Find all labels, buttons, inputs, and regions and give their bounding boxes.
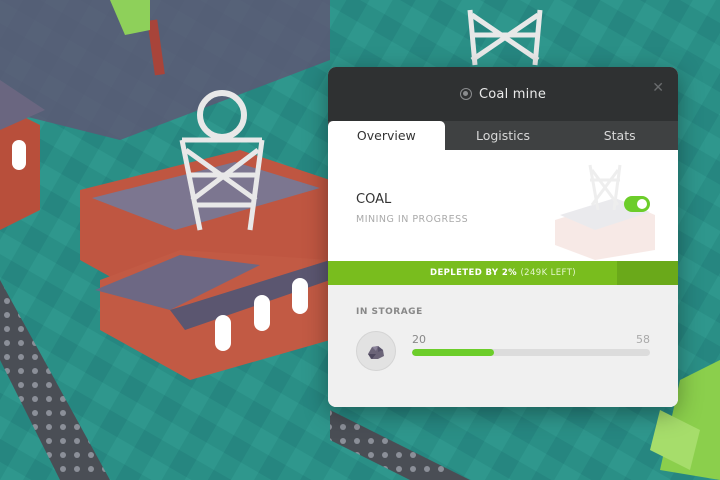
mining-toggle[interactable]: [624, 196, 650, 212]
storage-progress-bar: [412, 349, 650, 356]
tab-overview[interactable]: Overview: [328, 121, 445, 150]
tab-bar: Overview Logistics Stats: [328, 121, 678, 150]
storage-max: 58: [636, 333, 650, 346]
depletion-bar: DEPLETED BY 2% (249K LEFT): [328, 261, 678, 285]
storage-section: IN STORAGE 20 58: [328, 285, 678, 407]
mine-icon: [459, 88, 472, 100]
building-info-panel: Coal mine ✕ Overview Logistics Stats COA…: [328, 67, 678, 407]
depletion-percent: DEPLETED BY 2%: [429, 268, 518, 278]
storage-current: 20: [412, 333, 426, 346]
depletion-label: DEPLETED BY 2% (249K LEFT): [328, 261, 678, 285]
tab-stats[interactable]: Stats: [561, 121, 678, 150]
coal-icon: [356, 331, 396, 371]
panel-header: Coal mine ✕: [328, 67, 678, 121]
storage-progress-fill: [412, 349, 495, 356]
resource-section: COAL MINING IN PROGRESS: [328, 150, 678, 261]
resource-name: COAL: [356, 192, 392, 207]
storage-label: IN STORAGE: [356, 307, 423, 317]
resource-status: MINING IN PROGRESS: [356, 214, 469, 225]
depletion-detail: (249K LEFT): [520, 268, 577, 278]
tab-logistics[interactable]: Logistics: [445, 121, 562, 150]
toggle-knob: [637, 199, 647, 209]
close-icon[interactable]: ✕: [652, 81, 664, 95]
panel-title: Coal mine: [478, 86, 547, 102]
